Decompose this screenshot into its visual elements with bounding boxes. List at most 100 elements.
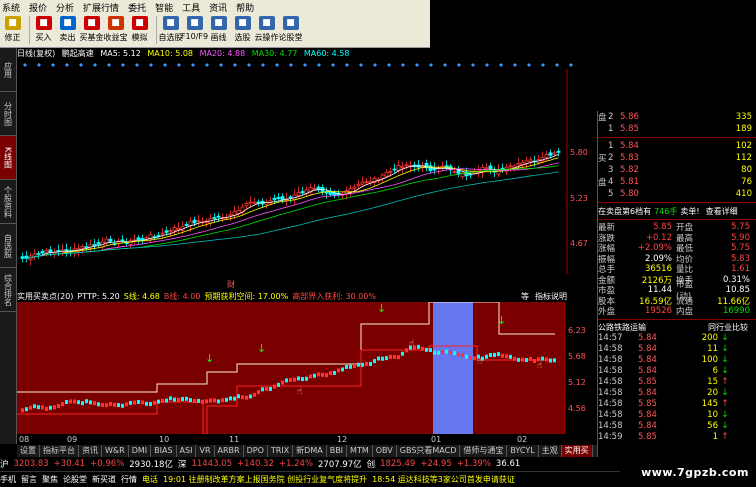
candlestick[interactable] — [548, 152, 553, 156]
indicator-tab[interactable]: 新DMA — [293, 445, 327, 457]
event-marker-icon[interactable] — [303, 63, 307, 67]
candlestick[interactable] — [252, 201, 257, 204]
candlestick[interactable] — [280, 196, 285, 201]
event-marker-icon[interactable] — [107, 63, 111, 67]
industry-name[interactable]: 公路铁路运输 — [598, 322, 646, 333]
candlestick[interactable] — [380, 174, 385, 179]
menu-item[interactable]: 帮助 — [236, 1, 254, 14]
buy-signal-icon[interactable]: ↓ — [377, 302, 386, 315]
buy-signal-icon[interactable]: ↓ — [205, 352, 214, 365]
event-marker-icon[interactable] — [79, 63, 83, 67]
candlestick[interactable] — [44, 249, 49, 253]
candlestick[interactable] — [136, 237, 141, 241]
candlestick[interactable] — [552, 152, 557, 155]
toolbar-button[interactable]: ■ 卖出 — [57, 16, 78, 43]
indicator-tab[interactable]: TRIX — [268, 445, 294, 457]
candlestick[interactable] — [404, 164, 409, 167]
event-marker-icon[interactable] — [135, 63, 139, 67]
candlestick[interactable] — [160, 232, 165, 235]
menu-item[interactable]: 智能 — [155, 1, 173, 14]
event-marker-icon[interactable] — [149, 63, 153, 67]
indicator-tab[interactable]: 设置 — [17, 445, 40, 457]
menu-item[interactable]: 系统 — [2, 1, 20, 14]
indicator-tab[interactable]: 资讯 — [79, 445, 102, 457]
event-marker-icon[interactable] — [541, 63, 545, 67]
event-marker-icon[interactable] — [37, 63, 41, 67]
indicator-tab[interactable]: BYCYL — [507, 445, 539, 457]
indicator-help-button[interactable]: 指标说明 — [535, 291, 567, 302]
event-marker-icon[interactable] — [205, 63, 209, 67]
event-marker-icon[interactable] — [275, 63, 279, 67]
indicator-tab[interactable]: BBI — [327, 445, 348, 457]
candlestick[interactable] — [452, 171, 457, 173]
toolbar-button[interactable]: ■ 云操作 — [255, 16, 279, 43]
candlestick[interactable] — [228, 213, 233, 216]
toolbar-button[interactable]: ■ 画线 — [208, 16, 229, 43]
menu-item[interactable]: 资讯 — [209, 1, 227, 14]
candlestick[interactable] — [140, 238, 145, 241]
indicator-tab[interactable]: 主观 — [539, 445, 562, 457]
indicator-tab[interactable]: BIAS — [151, 445, 177, 457]
side-tab[interactable]: 分时图 — [0, 92, 16, 136]
sell-signal-icon[interactable]: ☝ — [477, 357, 482, 367]
toolbar-button[interactable]: ■ 买基金 — [80, 16, 104, 43]
candlestick[interactable] — [276, 196, 281, 199]
indicator-tab[interactable]: 指标平台 — [40, 445, 79, 457]
side-tab[interactable]: 自选股 — [0, 224, 16, 268]
toolbar-button[interactable]: ■ 模拟 — [129, 16, 150, 43]
candlestick[interactable] — [40, 250, 45, 254]
candlestick[interactable] — [172, 227, 177, 231]
candlestick[interactable] — [244, 203, 249, 207]
candlestick[interactable] — [288, 196, 293, 199]
event-marker-icon[interactable] — [219, 63, 223, 67]
event-marker-icon[interactable] — [569, 63, 573, 67]
candlestick[interactable] — [296, 192, 301, 196]
indicator-tab[interactable]: ARBR — [215, 445, 244, 457]
buy-signal-icon[interactable]: ↓ — [497, 314, 506, 327]
candlestick[interactable] — [388, 171, 393, 173]
candlestick[interactable] — [96, 242, 101, 245]
event-marker-icon[interactable] — [499, 63, 503, 67]
indicator-tab[interactable]: 实用买 — [561, 445, 593, 457]
candlestick[interactable] — [84, 246, 89, 249]
indicator-tab[interactable]: 借师与通宝 — [460, 445, 508, 457]
sell-signal-icon[interactable]: ☝ — [297, 387, 302, 397]
industry-compare-link[interactable]: 同行业比较 — [708, 322, 748, 333]
side-tab[interactable]: 个股资料 — [0, 180, 16, 224]
side-tab[interactable]: 应用 — [0, 48, 16, 92]
candlestick[interactable] — [428, 165, 433, 172]
candlestick[interactable] — [352, 186, 357, 189]
menu-item[interactable]: 工具 — [182, 1, 200, 14]
menu-item[interactable]: 分析 — [56, 1, 74, 14]
status-item[interactable]: 新买道 — [92, 474, 116, 485]
toolbar-button[interactable]: ■ F10/F9 — [181, 16, 208, 41]
indicator-tab[interactable]: VR — [196, 445, 215, 457]
candlestick[interactable] — [184, 224, 189, 226]
toolbar-button[interactable]: ■ 自选股 — [159, 16, 183, 43]
event-marker-icon[interactable] — [555, 63, 559, 67]
view-detail-link[interactable]: 查看详细 — [706, 206, 738, 217]
buy-signal-icon[interactable]: ↓ — [257, 342, 266, 355]
candlestick[interactable] — [544, 154, 549, 158]
candlestick[interactable] — [64, 249, 69, 252]
candlestick[interactable] — [348, 188, 353, 192]
candlestick[interactable] — [556, 150, 561, 153]
event-marker-icon[interactable] — [415, 63, 419, 67]
event-marker-icon[interactable] — [527, 63, 531, 67]
menu-item[interactable]: 委托 — [128, 1, 146, 14]
indicator-tab[interactable]: GBS只看MACD — [397, 445, 461, 457]
event-marker-icon[interactable] — [51, 63, 55, 67]
event-marker-icon[interactable] — [359, 63, 363, 67]
event-marker-icon[interactable] — [471, 63, 475, 67]
candlestick[interactable] — [356, 183, 361, 187]
candlestick[interactable] — [120, 239, 125, 242]
side-tab[interactable]: K线图 — [0, 136, 16, 180]
finance-marker[interactable]: 财 — [227, 279, 235, 289]
status-item[interactable]: 聚焦 — [42, 474, 58, 485]
event-marker-icon[interactable] — [401, 63, 405, 67]
status-item[interactable]: 手机 — [0, 474, 16, 485]
indicator-name[interactable]: 实用买卖点(20) — [17, 291, 73, 302]
event-marker-icon[interactable] — [317, 63, 321, 67]
candlestick[interactable] — [92, 244, 97, 246]
toolbar-button[interactable]: ■ 收益宝 — [104, 16, 128, 43]
